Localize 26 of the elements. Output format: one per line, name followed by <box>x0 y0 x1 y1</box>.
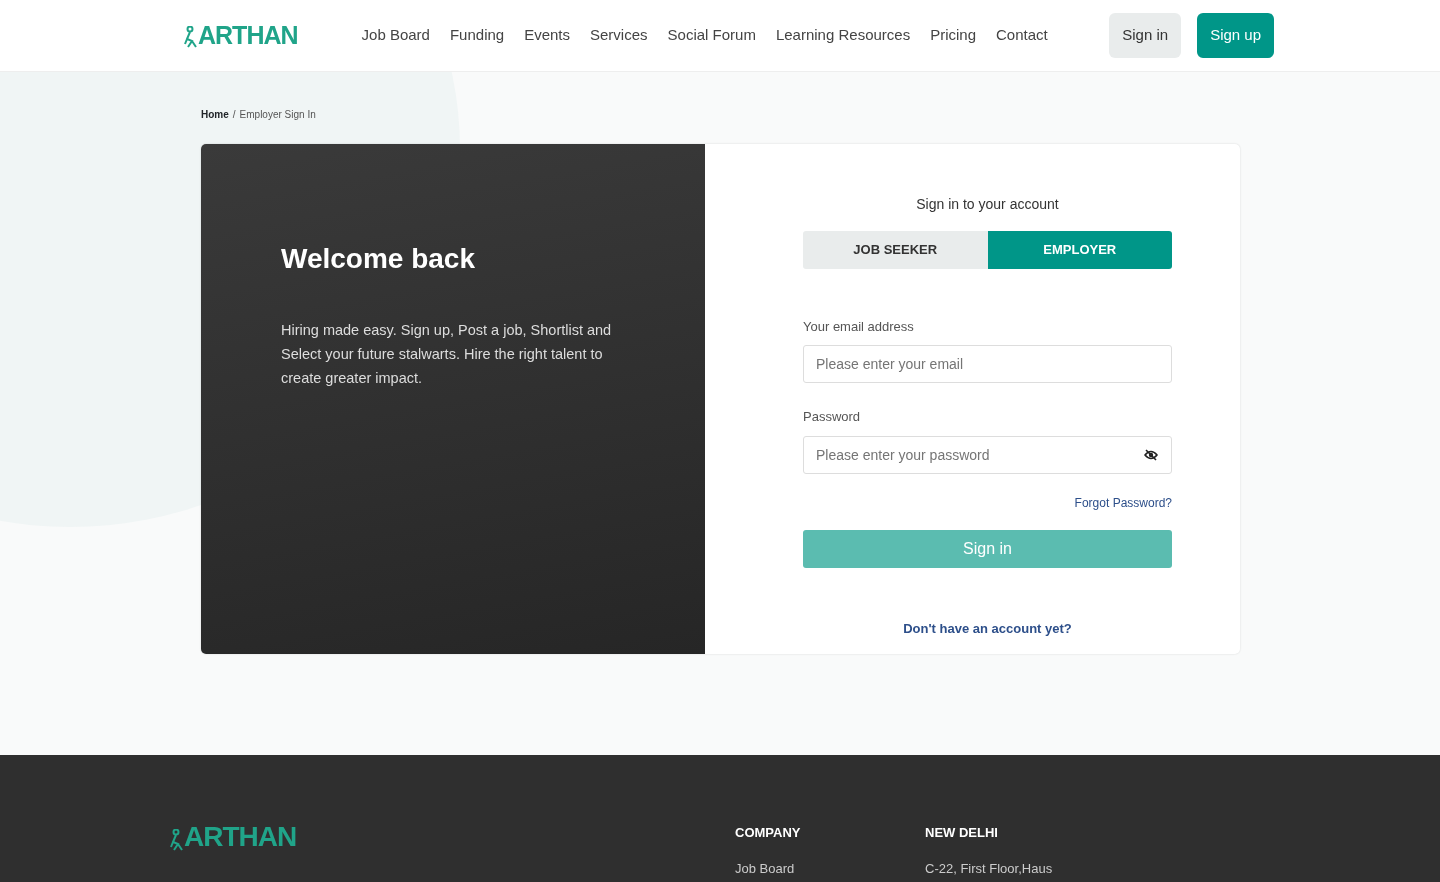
form-heading: Sign in to your account <box>915 195 1060 214</box>
nav-link[interactable]: Learning Resources <box>775 24 911 47</box>
walking-person-icon <box>170 829 184 851</box>
breadcrumb-separator: / <box>232 108 236 122</box>
footer-link[interactable]: C-22, First Floor,Haus <box>925 858 1115 878</box>
welcome-title: Welcome back <box>281 242 477 276</box>
nav-link[interactable]: Events <box>524 24 570 47</box>
breadcrumb-link[interactable]: Home <box>201 107 229 122</box>
sign-up-button[interactable]: Sign up <box>1197 13 1274 58</box>
nav-link[interactable]: Funding <box>449 24 505 47</box>
footer-logo[interactable]: ARTHAN <box>184 823 297 851</box>
nav-link[interactable]: Pricing <box>930 24 976 47</box>
footer-heading: COMPANY <box>735 824 802 842</box>
nav-link[interactable]: Contact <box>996 24 1048 47</box>
eye-slash-icon[interactable] <box>1144 448 1158 461</box>
nav-link[interactable]: Job Board <box>361 24 430 47</box>
breadcrumb-current: Employer Sign In <box>239 108 316 122</box>
nav-link[interactable]: Social Forum <box>667 24 756 47</box>
nav-link[interactable]: Services <box>590 24 648 47</box>
welcome-text: Hiring made easy. Sign up, Post a job, Shortlist and Select your future stalwarts. Hire the right talent to create greater impact. <box>281 320 613 388</box>
password-label: Password <box>803 408 862 426</box>
email-label: Your email address <box>803 317 915 336</box>
walking-person-icon <box>184 26 198 48</box>
footer-heading: NEW DELHI <box>925 824 999 842</box>
sign-in-button[interactable]: Sign in <box>1109 13 1182 58</box>
footer-link[interactable]: Job Board <box>735 858 925 878</box>
